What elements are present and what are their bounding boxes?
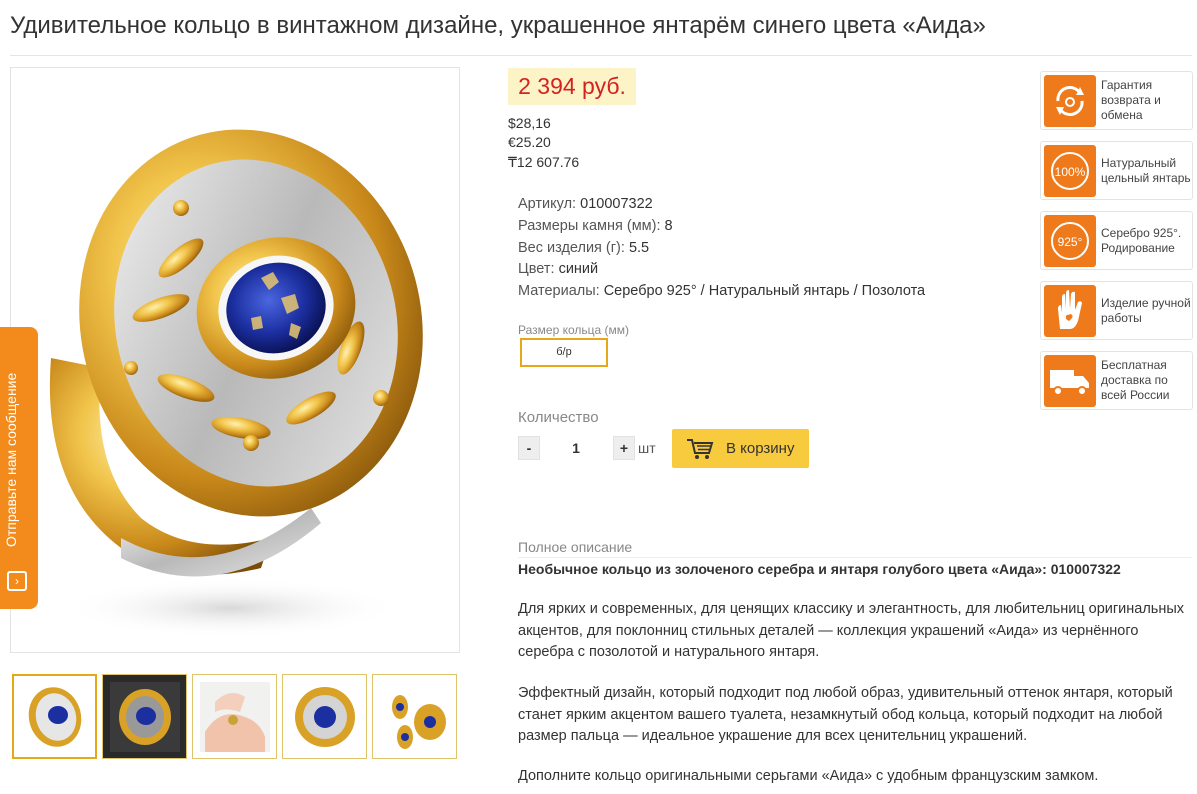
quantity-label: Количество [518, 409, 599, 426]
ring-thumb-top-image [294, 686, 355, 747]
spec-label: Размеры камня (мм): [518, 218, 661, 234]
spec-color: Цвет: синий [518, 261, 598, 277]
ring-size-label: Размер кольца (мм) [518, 323, 629, 337]
ring-size-option[interactable]: б/р [520, 338, 608, 367]
badge-silver-925: 925° Серебро 925°. Родирование [1040, 211, 1193, 270]
silver-925-icon: 925° [1044, 214, 1096, 267]
badge-icon-text: 925° [1058, 235, 1083, 249]
quantity-increase-button[interactable]: + [613, 436, 635, 460]
badge-icon-text: 100% [1055, 165, 1086, 179]
chevron-right-icon: › [7, 571, 27, 591]
badge-text: Гарантия возврата и обмена [1101, 78, 1161, 122]
title-divider [10, 55, 1192, 56]
hand-photo-image [199, 681, 270, 752]
quantity-unit: шт [638, 440, 656, 456]
thumbnail-1[interactable] [12, 674, 97, 759]
spec-label: Цвет: [518, 261, 555, 277]
spec-value: 8 [664, 218, 673, 234]
ring-thumb-dark-image [109, 681, 180, 752]
ring-thumb-image [28, 686, 81, 747]
quantity-input[interactable] [545, 436, 607, 460]
price-kzt: ₸12 607.76 [508, 154, 580, 170]
description-label: Полное описание [518, 539, 633, 555]
return-icon [1044, 74, 1096, 127]
add-to-cart-button[interactable]: В корзину [672, 429, 809, 468]
price: 2 394 руб. [508, 68, 636, 105]
badge-text: Серебро 925°. Родирование [1101, 225, 1182, 255]
badge-return-guarantee: Гарантия возврата и обмена [1040, 71, 1193, 130]
spec-materials: Материалы: Серебро 925° / Натуральный ян… [518, 283, 925, 299]
badge-handmade: Изделие ручной работы [1040, 281, 1193, 340]
hand-icon [1044, 284, 1096, 337]
thumbnail-4[interactable] [282, 674, 367, 759]
badge-text: Бесплатная доставка по всей России [1101, 358, 1170, 402]
description-paragraph: Для ярких и современных, для ценящих кла… [518, 601, 1185, 660]
thumbnail-5[interactable] [372, 674, 457, 759]
spec-value: 010007322 [580, 196, 653, 212]
badge-natural-amber: 100% Натуральный цельный янтарь [1040, 141, 1193, 200]
feedback-tab-label: Отправьте нам сообщение [3, 372, 19, 547]
spec-label: Материалы: [518, 283, 600, 299]
truck-icon [1044, 354, 1096, 407]
spec-label: Артикул: [518, 196, 577, 212]
add-to-cart-label: В корзину [726, 440, 795, 457]
spec-value: Серебро 925° / Натуральный янтарь / Позо… [603, 283, 926, 299]
100-percent-icon: 100% [1044, 144, 1096, 197]
thumbnail-strip [12, 674, 457, 759]
ring-image [49, 129, 423, 638]
feedback-tab[interactable]: Отправьте нам сообщение › [0, 327, 38, 609]
main-product-image[interactable] [10, 67, 460, 653]
price-usd: $28,16 [508, 115, 551, 131]
thumbnail-3[interactable] [192, 674, 277, 759]
description-paragraph: Дополните кольцо оригинальными серьгами … [518, 768, 1099, 784]
spec-label: Вес изделия (г): [518, 240, 625, 256]
price-eur: €25.20 [508, 134, 551, 150]
spec-value: синий [558, 261, 599, 277]
description-divider [518, 557, 1192, 558]
description-heading: Необычное кольцо из золоченого серебра и… [518, 561, 1121, 577]
quantity-decrease-button[interactable]: - [518, 436, 540, 460]
spec-article: Артикул: 010007322 [518, 196, 653, 212]
badge-free-delivery: Бесплатная доставка по всей России [1040, 351, 1193, 410]
badge-text: Натуральный цельный янтарь [1101, 155, 1191, 185]
thumbnail-2[interactable] [102, 674, 187, 759]
spec-weight: Вес изделия (г): 5.5 [518, 240, 649, 256]
spec-value: 5.5 [628, 240, 650, 256]
spec-stone-size: Размеры камня (мм): 8 [518, 218, 673, 234]
set-thumb-image [391, 694, 446, 749]
cart-icon [687, 438, 714, 459]
page-title: Удивительное кольцо в винтажном дизайне,… [10, 12, 986, 39]
badge-text: Изделие ручной работы [1101, 295, 1191, 325]
description-paragraph: Эффектный дизайн, который подходит под л… [518, 685, 1173, 744]
